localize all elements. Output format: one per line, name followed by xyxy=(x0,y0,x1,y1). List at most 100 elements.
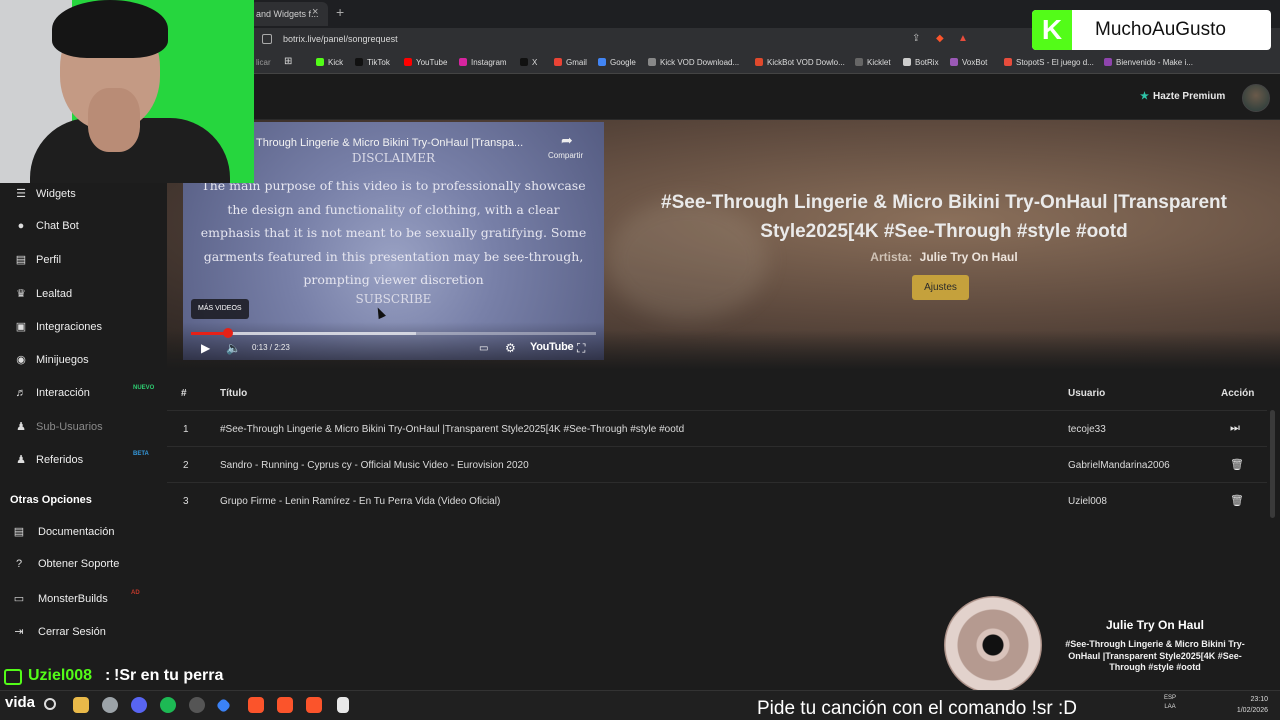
star-icon: ★ xyxy=(1140,91,1149,102)
fullscreen-icon[interactable]: ⛶ xyxy=(577,341,585,356)
steam-icon[interactable] xyxy=(189,697,205,713)
sidebar-item-cerrar-sesion[interactable]: ⇥ Cerrar Sesión xyxy=(12,625,162,645)
sidebar-item-label: Widgets xyxy=(36,188,76,200)
clock-time: 23:10 xyxy=(1250,696,1268,703)
brave-icon[interactable] xyxy=(248,697,264,713)
bookmark-label: Instagram xyxy=(471,58,507,67)
scrollbar[interactable] xyxy=(1270,410,1275,518)
bookmark-item[interactable]: X xyxy=(520,58,537,67)
perfil-icon: ▤ xyxy=(15,254,27,266)
spotify-icon[interactable] xyxy=(160,697,176,713)
settings-gear-icon[interactable]: ⚙ xyxy=(505,341,516,355)
trash-icon[interactable]: 🗑 xyxy=(1230,494,1244,507)
clock[interactable]: 23:10 1/02/2026 xyxy=(1228,694,1268,716)
referidos-icon: ♟ xyxy=(16,454,26,466)
bookmark-item[interactable]: Gmail xyxy=(554,58,587,67)
bookmark-item[interactable]: StopotS - El juego d... xyxy=(1004,58,1094,67)
sidebar-item-label: Documentación xyxy=(38,526,115,538)
bookmark-label: Bienvenido - Make i... xyxy=(1116,58,1193,67)
obs-icon[interactable] xyxy=(102,697,118,713)
discord-icon[interactable] xyxy=(131,697,147,713)
close-tab-icon[interactable]: × xyxy=(312,6,318,18)
bookmark-item[interactable]: Google xyxy=(598,58,636,67)
bookmark-item[interactable]: TikTok xyxy=(355,58,390,67)
progress-handle[interactable] xyxy=(223,328,233,338)
user-avatar[interactable] xyxy=(1242,84,1270,112)
webcam-overlay xyxy=(0,0,254,183)
sidebar-item-referidos[interactable]: ♟ Referidos BETA xyxy=(14,451,164,473)
bookmark-favicon-icon xyxy=(648,58,656,66)
youtube-logo[interactable]: YouTube xyxy=(530,341,574,353)
settings-button[interactable]: Ajustes xyxy=(912,275,969,300)
sidebar-item-interaccion[interactable]: ♬ Interacción NUEVO xyxy=(14,385,164,407)
sidebar-item-label: Perfil xyxy=(36,254,62,266)
bookmark-label: X xyxy=(532,58,538,67)
sidebar-item-widgets[interactable]: ☰ Widgets xyxy=(14,187,164,207)
chat-message: !Sr en tu perra xyxy=(114,667,224,684)
bookmark-favicon-icon xyxy=(1004,58,1012,66)
bookmark-label: KickBot VOD Dowlo... xyxy=(767,58,845,67)
artist-name: Julie Try On Haul xyxy=(919,250,1018,264)
bookmark-item[interactable]: VoxBot xyxy=(950,58,987,67)
share-icon[interactable]: ➦ xyxy=(561,132,573,149)
file-explorer-icon[interactable] xyxy=(73,697,89,713)
apps-grid-icon[interactable]: ⊞ xyxy=(284,56,292,67)
sidebar-item-label: Chat Bot xyxy=(36,220,79,232)
language-indicator[interactable]: ESP LAA xyxy=(1164,694,1176,712)
sidebar-item-chat-bot[interactable]: ● Chat Bot xyxy=(14,220,164,240)
more-videos-button[interactable]: MÁS VIDEOS xyxy=(191,299,249,319)
brave-icon-3[interactable] xyxy=(306,697,322,713)
bookmark-item[interactable]: Kicklet xyxy=(855,58,891,67)
sidebar-item-monsterbuilds[interactable]: ▭ MonsterBuilds AD xyxy=(12,590,162,612)
obtener-soporte-icon: ? xyxy=(15,558,23,570)
integraciones-icon: ▣ xyxy=(15,321,27,333)
sidebar-item-perfil[interactable]: ▤ Perfil xyxy=(14,253,164,273)
premium-button[interactable]: ★ Hazte Premium xyxy=(1140,91,1225,102)
sub-usuarios-icon: ♟ xyxy=(16,421,26,433)
bookmark-favicon-icon xyxy=(598,58,606,66)
disclaimer-text: The main purpose of this video is to pro… xyxy=(200,178,587,287)
lang-line-1: ESP xyxy=(1164,695,1177,701)
new-tab-icon[interactable]: + xyxy=(336,4,344,20)
bookmark-item[interactable]: BotRix xyxy=(903,58,939,67)
taskbar-start-text[interactable]: vida xyxy=(5,694,35,711)
skip-icon[interactable]: ⏭ xyxy=(1230,422,1240,435)
brave-icon-2[interactable] xyxy=(277,697,293,713)
sidebar-item-sub-usuarios[interactable]: ♟ Sub-Usuarios xyxy=(14,420,164,440)
bookmark-label: Kick VOD Download... xyxy=(660,58,740,67)
captions-icon[interactable]: ▭ xyxy=(479,343,488,354)
bookmark-partial[interactable]: licar xyxy=(256,58,271,67)
sidebar-item-label: Integraciones xyxy=(36,321,103,333)
col-header-action: Acción xyxy=(1221,388,1255,399)
bookmark-item[interactable]: Instagram xyxy=(459,58,507,67)
bookmark-favicon-icon xyxy=(404,58,412,66)
bookmark-item[interactable]: Bienvenido - Make i... xyxy=(1104,58,1193,67)
bookmark-item[interactable]: KickBot VOD Dowlo... xyxy=(755,58,845,67)
bookmark-item[interactable]: Kick VOD Download... xyxy=(648,58,739,67)
kick-logo-icon: K xyxy=(1032,10,1072,50)
site-info-icon[interactable] xyxy=(262,34,272,44)
share-page-icon[interactable]: ⇪ xyxy=(912,33,920,44)
brave-shield-icon[interactable]: ◆ xyxy=(936,33,944,44)
widget-song-title: #See-Through Lingerie & Micro Bikini Try… xyxy=(1065,639,1245,672)
play-icon[interactable]: ▶ xyxy=(201,341,210,355)
bookmark-item[interactable]: YouTube xyxy=(404,58,447,67)
documentacion-icon: ▤ xyxy=(13,526,25,538)
sidebar-badge: BETA xyxy=(133,451,149,457)
rewards-icon[interactable]: ▲ xyxy=(958,33,968,44)
sidebar-item-lealtad[interactable]: ♛ Lealtad xyxy=(14,287,164,307)
sidebar-item-integraciones[interactable]: ▣ Integraciones xyxy=(14,320,164,340)
sidebar-item-obtener-soporte[interactable]: ? Obtener Soporte xyxy=(12,558,162,578)
artist-row: Artista: Julie Try On Haul xyxy=(608,250,1280,264)
sidebar-item-minijuegos[interactable]: ◉ Minijuegos xyxy=(14,353,164,373)
bookmark-item[interactable]: Kick xyxy=(316,58,343,67)
notepad-icon[interactable] xyxy=(337,697,349,713)
bookmark-label: BotRix xyxy=(915,58,939,67)
video-title[interactable]: Through Lingerie & Micro Bikini Try-OnHa… xyxy=(256,137,523,149)
volume-icon[interactable]: 🔈 xyxy=(226,341,241,355)
sidebar-item-documentacion[interactable]: ▤ Documentación xyxy=(12,525,162,545)
search-icon[interactable] xyxy=(44,698,56,710)
trash-icon[interactable]: 🗑 xyxy=(1230,458,1244,471)
chat-separator: : xyxy=(105,667,111,684)
url-input[interactable]: botrix.live/panel/songrequest xyxy=(283,34,398,44)
